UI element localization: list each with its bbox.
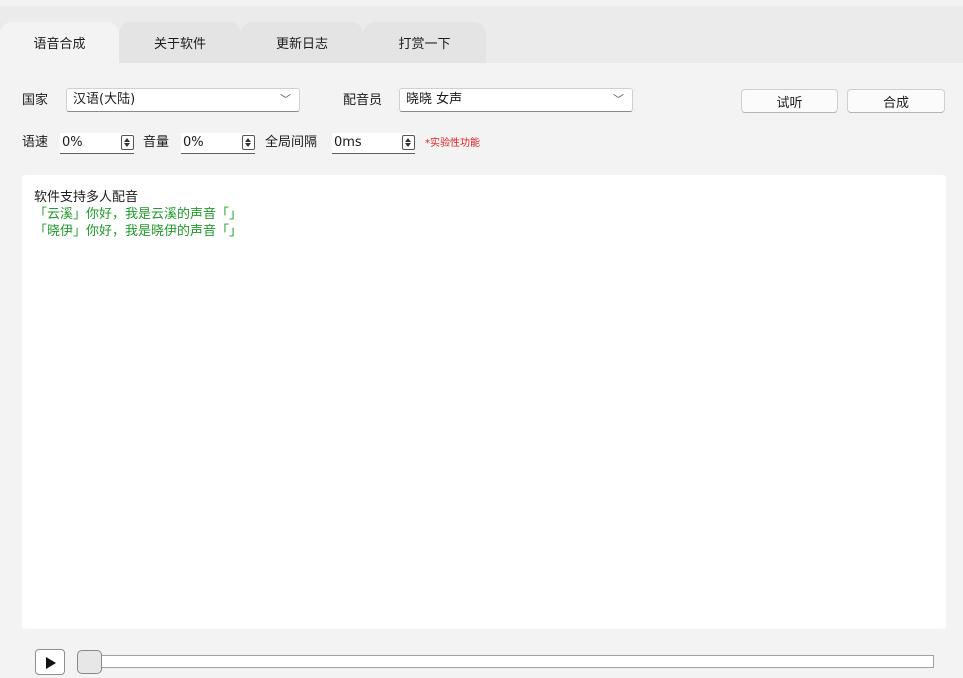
volume-spinbox[interactable]: 0% xyxy=(181,133,255,154)
play-icon xyxy=(46,657,56,669)
tab-changelog[interactable]: 更新日志 xyxy=(241,22,363,63)
volume-label: 音量 xyxy=(143,135,170,150)
synthesize-button-label: 合成 xyxy=(882,95,909,111)
speed-spinbox[interactable]: 0% xyxy=(60,133,134,154)
experimental-note: *实验性功能 xyxy=(425,138,480,149)
spin-arrows-icon[interactable] xyxy=(402,135,415,150)
tab-speech-synthesis[interactable]: 语音合成 xyxy=(0,22,119,63)
speed-value: 0% xyxy=(62,135,83,150)
interval-label: 全局间隔 xyxy=(265,135,318,150)
voice-label: 配音员 xyxy=(343,93,383,108)
tab-label: 语音合成 xyxy=(33,37,86,52)
chevron-down-icon: ﹀ xyxy=(280,93,291,106)
tab-label: 更新日志 xyxy=(275,37,328,52)
chevron-down-icon: ﹀ xyxy=(613,93,624,106)
voice-select-value: 晓晓 女声 xyxy=(406,92,463,107)
synthesize-button[interactable]: 合成 xyxy=(847,89,945,113)
voice-select[interactable]: 晓晓 女声 ﹀ xyxy=(399,88,633,112)
tab-label: 打赏一下 xyxy=(398,37,451,52)
preview-button[interactable]: 试听 xyxy=(741,89,838,113)
volume-value: 0% xyxy=(183,135,204,150)
interval-spinbox[interactable]: 0ms xyxy=(332,133,415,154)
progress-track[interactable] xyxy=(77,655,934,668)
text-editor[interactable]: 软件支持多人配音 「云溪」你好，我是云溪的声音「」 「晓伊」你好，我是晓伊的声音… xyxy=(22,175,946,629)
progress-slider-handle[interactable] xyxy=(77,650,102,674)
editor-line: 「云溪」你好，我是云溪的声音「」 xyxy=(34,207,243,222)
preview-button-label: 试听 xyxy=(776,95,803,111)
play-button[interactable] xyxy=(35,649,65,675)
country-select[interactable]: 汉语(大陆) ﹀ xyxy=(66,88,300,112)
tab-label: 关于软件 xyxy=(153,37,206,52)
editor-line: 「晓伊」你好，我是晓伊的声音「」 xyxy=(34,224,243,239)
spin-arrows-icon[interactable] xyxy=(121,135,134,150)
speed-label: 语速 xyxy=(22,135,49,150)
editor-line: 软件支持多人配音 xyxy=(34,190,139,205)
country-label: 国家 xyxy=(22,93,49,108)
interval-value: 0ms xyxy=(334,135,362,150)
tab-about[interactable]: 关于软件 xyxy=(119,22,241,63)
spin-arrows-icon[interactable] xyxy=(242,135,255,150)
tab-donate[interactable]: 打赏一下 xyxy=(363,22,486,63)
country-select-value: 汉语(大陆) xyxy=(73,92,136,107)
tab-bar: 语音合成 关于软件 更新日志 打赏一下 xyxy=(0,6,963,63)
